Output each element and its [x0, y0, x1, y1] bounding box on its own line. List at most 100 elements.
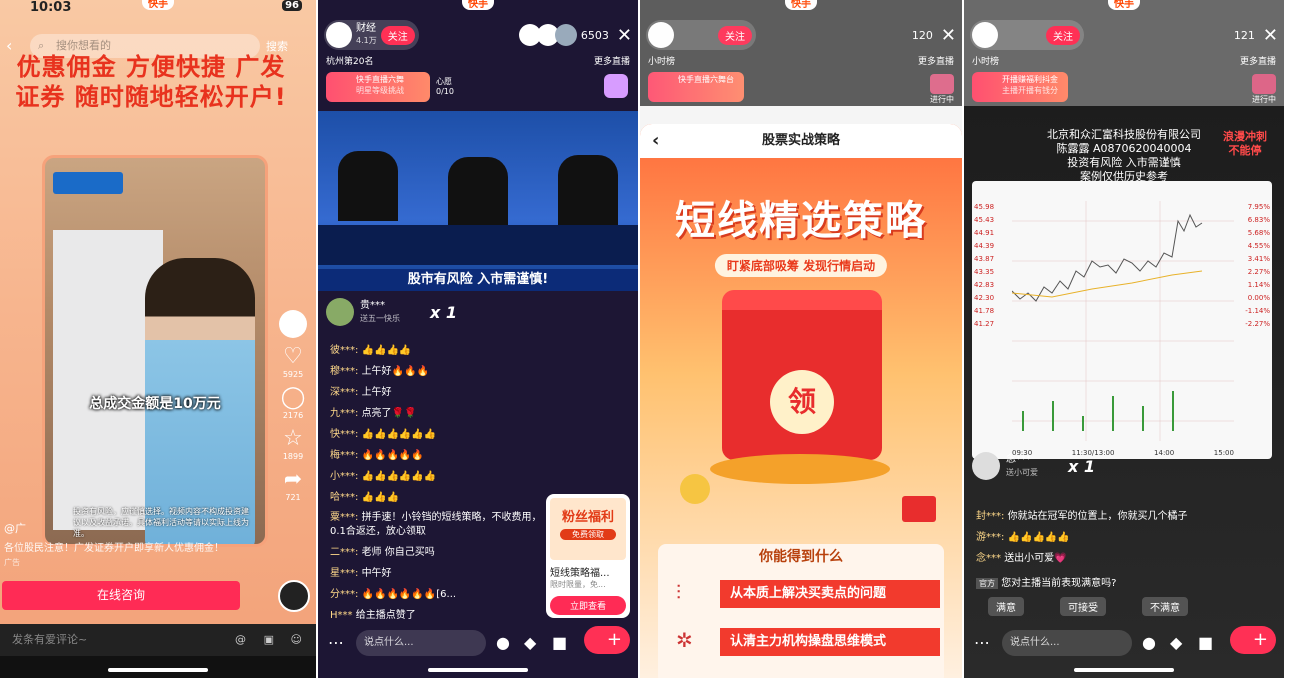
- city-rank[interactable]: 杭州第20名: [326, 54, 373, 67]
- share-icon[interactable]: ➦: [278, 467, 308, 493]
- helm-icon: ✲: [676, 628, 693, 652]
- strategy-promo-card[interactable]: 粉丝福利 免费领取 短线策略福... 限时限量，免... 立即查看: [546, 494, 630, 618]
- share-count: 721: [285, 493, 301, 502]
- pct-tick: 5.68%: [1247, 229, 1270, 237]
- panel-live-finance: 快手 财经 4.1万 关注 6503 ✕ 杭州第20名 更多直播 快手直播六舞 …: [318, 0, 638, 678]
- emoji-icon[interactable]: ☺: [291, 624, 302, 656]
- back-arrow-icon[interactable]: ‹: [652, 124, 659, 158]
- viewer-count[interactable]: 6503: [581, 29, 609, 42]
- chat-message: 九***: 点亮了🌹🌹: [330, 408, 417, 419]
- host-info[interactable]: 关注: [970, 20, 1084, 50]
- emoji-gift-icon[interactable]: ●: [1142, 633, 1156, 652]
- pct-tick: 1.14%: [1247, 281, 1270, 289]
- plus-button[interactable]: +: [1230, 626, 1276, 654]
- more-live-link[interactable]: 更多直播: [1240, 54, 1276, 67]
- claim-seal[interactable]: 领: [770, 370, 834, 434]
- chat-message: H*** 给主播点赞了: [330, 610, 416, 621]
- more-live-link[interactable]: 更多直播: [918, 54, 954, 67]
- more-icon[interactable]: ⋯: [328, 633, 344, 652]
- chat-list: 彼***: 👍👍👍👍 穆***: 上午好🔥🔥🔥 深***: 上午好 九***: …: [330, 340, 550, 626]
- plus-button[interactable]: +: [584, 626, 630, 654]
- gift-user-avatar[interactable]: [972, 452, 1000, 480]
- mention-icon[interactable]: @: [235, 624, 246, 656]
- tv-ticker: 股市有风险 入市需谨慎!: [318, 269, 638, 291]
- author-avatar[interactable]: [279, 310, 307, 338]
- survey-option[interactable]: 满意: [988, 597, 1024, 616]
- dimmed-live-header: 快手 关注 120 ✕ 小时榜 更多直播 快手直播六舞台 进行中: [640, 0, 962, 106]
- hour-rank[interactable]: 小时榜: [648, 54, 675, 67]
- pct-tick: 7.95%: [1247, 203, 1270, 211]
- gift-box-icon[interactable]: [604, 74, 628, 98]
- host-info[interactable]: 关注: [646, 20, 756, 50]
- present-icon[interactable]: ■: [552, 633, 567, 652]
- close-icon[interactable]: ✕: [941, 25, 956, 46]
- comment-input[interactable]: 发条有爱评论~ @ ▣ ☺: [0, 624, 316, 656]
- survey-option[interactable]: 可接受: [1060, 597, 1106, 616]
- host-info[interactable]: 财经 4.1万 关注: [324, 20, 419, 50]
- nav-bar: [0, 656, 316, 678]
- viewer-count[interactable]: 120: [912, 29, 933, 42]
- promo-tile[interactable]: 开播赚福利抖金 主播开播有钱分: [972, 72, 1068, 102]
- follow-button[interactable]: 关注: [718, 25, 752, 45]
- news-desk: [318, 225, 638, 265]
- live-bottom-bar: ⋯ 说点什么... ● ◆ ■ +: [318, 624, 638, 656]
- say-input[interactable]: 说点什么...: [1002, 630, 1132, 656]
- red-packet[interactable]: 领: [722, 290, 882, 460]
- host-avatar: [648, 22, 674, 48]
- online-consult-button[interactable]: 在线咨询: [2, 581, 240, 610]
- wish-widget[interactable]: 心愿 0/10: [436, 76, 454, 96]
- promo-tile-sub: 明星等级挑战: [356, 86, 404, 95]
- survey-options: 满意 可接受 不满意: [988, 597, 1188, 616]
- price-line-chart: [1012, 201, 1234, 441]
- hour-rank[interactable]: 小时榜: [972, 54, 999, 67]
- in-progress-badge[interactable]: 进行中: [1252, 74, 1276, 105]
- volume-bars: [1022, 391, 1174, 431]
- present-icon[interactable]: ■: [1198, 633, 1213, 652]
- benefit-title: 你能得到什么: [759, 549, 843, 565]
- music-disc-icon[interactable]: [278, 580, 310, 612]
- comment-icon[interactable]: ◯: [278, 385, 308, 411]
- heart-icon[interactable]: ♡: [278, 344, 308, 370]
- promo-tile[interactable]: 快手直播六舞 明星等级挑战: [326, 72, 430, 102]
- tv-broadcast: 股市有风险 入市需谨慎!: [318, 111, 638, 291]
- price-tick: 45.43: [974, 216, 995, 224]
- chat-message: 哈***: 👍👍👍: [330, 492, 399, 503]
- rank-row: 杭州第20名 更多直播: [326, 54, 630, 67]
- chat-message: 梅***: 🔥🔥🔥🔥🔥: [330, 450, 424, 461]
- follow-button[interactable]: 关注: [380, 25, 415, 45]
- view-now-button[interactable]: 立即查看: [550, 596, 626, 615]
- survey-option[interactable]: 不满意: [1142, 597, 1188, 616]
- gift-desc: 送五一快乐: [360, 314, 400, 323]
- in-progress-badge[interactable]: 进行中: [930, 74, 954, 105]
- video-frame[interactable]: 总成交金额是10万元 投资有风险，应谨慎选择。视频内容不构成投资建议以及收益承诺…: [42, 155, 268, 547]
- percent-axis: 7.95% 6.83% 5.68% 4.55% 3.41% 2.27% 1.14…: [1236, 201, 1270, 331]
- follow-button[interactable]: 关注: [1046, 25, 1080, 45]
- close-icon[interactable]: ✕: [1263, 25, 1278, 46]
- ad-headline: 优惠佣金 方便快捷 广发证券 随时随地轻松开户!: [15, 53, 287, 111]
- promo-card-badge: 粉丝福利: [561, 510, 614, 525]
- more-live-link[interactable]: 更多直播: [594, 54, 630, 67]
- author-name[interactable]: @广: [4, 520, 26, 536]
- image-icon[interactable]: ▣: [264, 624, 274, 656]
- sheet-title: 股票实战策略: [761, 133, 840, 148]
- gift-51-icon[interactable]: ◆: [1170, 633, 1182, 652]
- panel-ad-video: 10:03 96 快手 ‹ ⌕ 搜你想看的 搜索 优惠佣金 方便快捷 广发证券 …: [0, 0, 316, 678]
- price-tick: 44.91: [974, 229, 995, 237]
- anchor-right: [558, 155, 618, 225]
- promo-tile[interactable]: 快手直播六舞台: [648, 72, 744, 102]
- broker-logo: [53, 172, 123, 194]
- anchor-center: [448, 157, 508, 227]
- star-icon[interactable]: ☆: [278, 426, 308, 452]
- gift-user-avatar[interactable]: [326, 298, 354, 326]
- emoji-gift-icon[interactable]: ●: [496, 633, 510, 652]
- close-icon[interactable]: ✕: [617, 25, 632, 46]
- live-bottom-bar: ⋯ 说点什么... ● ◆ ■ +: [964, 624, 1284, 656]
- side-actions: ♡ 5925 ◯ 2176 ☆ 1899 ➦ 721: [278, 310, 308, 502]
- viewer-count[interactable]: 121: [1234, 29, 1255, 42]
- gift-51-icon[interactable]: ◆: [524, 633, 536, 652]
- say-input[interactable]: 说点什么...: [356, 630, 486, 656]
- more-icon[interactable]: ⋯: [974, 633, 990, 652]
- host-name: 财经: [356, 23, 376, 34]
- sheet-titlebar: ‹ 股票实战策略: [640, 124, 962, 158]
- viewer-avatar[interactable]: [554, 24, 577, 46]
